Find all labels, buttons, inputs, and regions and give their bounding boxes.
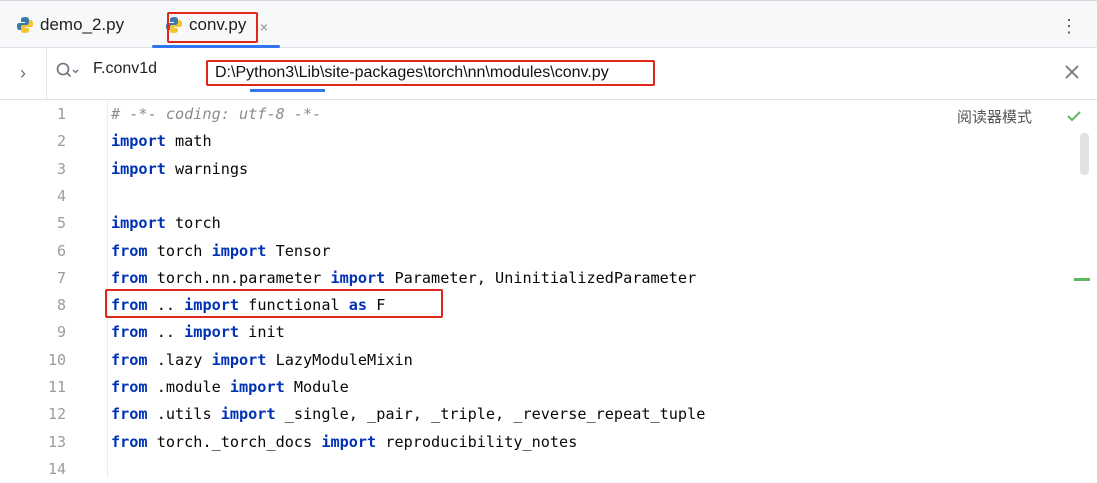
code-line[interactable]: 14 xyxy=(0,456,1060,483)
code-line[interactable]: 4 xyxy=(0,183,1060,210)
line-number: 13 xyxy=(47,432,66,451)
scrollbar-thumb[interactable] xyxy=(1080,133,1089,175)
line-number: 8 xyxy=(56,296,66,315)
search-match-indicator xyxy=(250,89,325,92)
code-text: import math xyxy=(111,132,212,151)
code-text: from torch.nn.parameter import Parameter… xyxy=(111,268,697,287)
code-line[interactable]: 5 import torch xyxy=(0,210,1060,237)
file-path: D:\Python3\Lib\site-packages\torch\nn\mo… xyxy=(215,64,609,81)
line-number: 10 xyxy=(47,350,66,369)
code-line[interactable]: 9 from .. import init xyxy=(0,319,1060,346)
code-text: # -*- coding: utf-8 -*- xyxy=(111,105,322,123)
line-number: 14 xyxy=(47,459,66,478)
code-text: from torch import Tensor xyxy=(111,241,331,260)
code-line[interactable]: 11 from .module import Module xyxy=(0,374,1060,401)
more-options-icon[interactable]: ⋮ xyxy=(1060,17,1078,35)
code-line[interactable]: 3 import warnings xyxy=(0,156,1060,183)
code-text: import torch xyxy=(111,214,221,233)
line-number: 4 xyxy=(56,186,66,205)
line-number: 5 xyxy=(56,214,66,233)
line-number: 12 xyxy=(47,405,66,424)
line-number: 9 xyxy=(56,323,66,342)
line-number: 1 xyxy=(56,105,66,123)
line-number: 2 xyxy=(56,132,66,151)
code-text: from torch._torch_docs import reproducib… xyxy=(111,432,578,451)
check-icon[interactable] xyxy=(1066,109,1082,123)
search-icon[interactable] xyxy=(55,61,79,81)
code-text: from .lazy import LazyModuleMixin xyxy=(111,350,413,369)
highlight-box-import-line xyxy=(105,289,443,318)
code-line[interactable]: 13 from torch._torch_docs import reproduc… xyxy=(0,429,1060,456)
python-file-icon xyxy=(17,16,33,33)
tab-demo-2-py[interactable]: demo_2.py xyxy=(16,1,124,48)
code-text: import warnings xyxy=(111,159,249,178)
line-number: 3 xyxy=(56,159,66,178)
chevron-right-icon[interactable]: › xyxy=(0,48,47,99)
editor-tab-bar: demo_2.py conv.py × ⋮ xyxy=(0,0,1097,48)
search-bar: › F.conv1d D:\Python3\Lib\site-packages\… xyxy=(0,48,1097,100)
file-path-tooltip: D:\Python3\Lib\site-packages\torch\nn\mo… xyxy=(206,60,655,86)
code-line[interactable]: 12 from .utils import _single, _pair, _tr… xyxy=(0,401,1060,428)
code-text: from .. import init xyxy=(111,323,285,342)
highlight-box-tab xyxy=(167,12,258,43)
line-number: 7 xyxy=(56,268,66,287)
code-line[interactable]: 10 from .lazy import LazyModuleMixin xyxy=(0,347,1060,374)
reader-mode-button[interactable]: 阅读器模式 xyxy=(957,106,1032,127)
change-marker xyxy=(1074,278,1090,281)
line-number: 6 xyxy=(56,241,66,260)
search-input[interactable]: F.conv1d xyxy=(93,60,157,78)
tab-label: demo_2.py xyxy=(40,14,125,34)
code-text: from .utils import _single, _pair, _trip… xyxy=(111,405,706,424)
close-icon[interactable] xyxy=(1062,62,1082,82)
code-line[interactable]: 2 import math xyxy=(0,128,1060,155)
close-icon[interactable]: × xyxy=(258,20,270,34)
code-line[interactable]: 7 from torch.nn.parameter import Paramete… xyxy=(0,265,1060,292)
code-text: from .module import Module xyxy=(111,378,349,396)
line-number: 11 xyxy=(47,378,66,396)
code-line[interactable]: 6 from torch import Tensor xyxy=(0,238,1060,265)
code-line[interactable]: 1 # -*- coding: utf-8 -*- xyxy=(0,101,1060,128)
